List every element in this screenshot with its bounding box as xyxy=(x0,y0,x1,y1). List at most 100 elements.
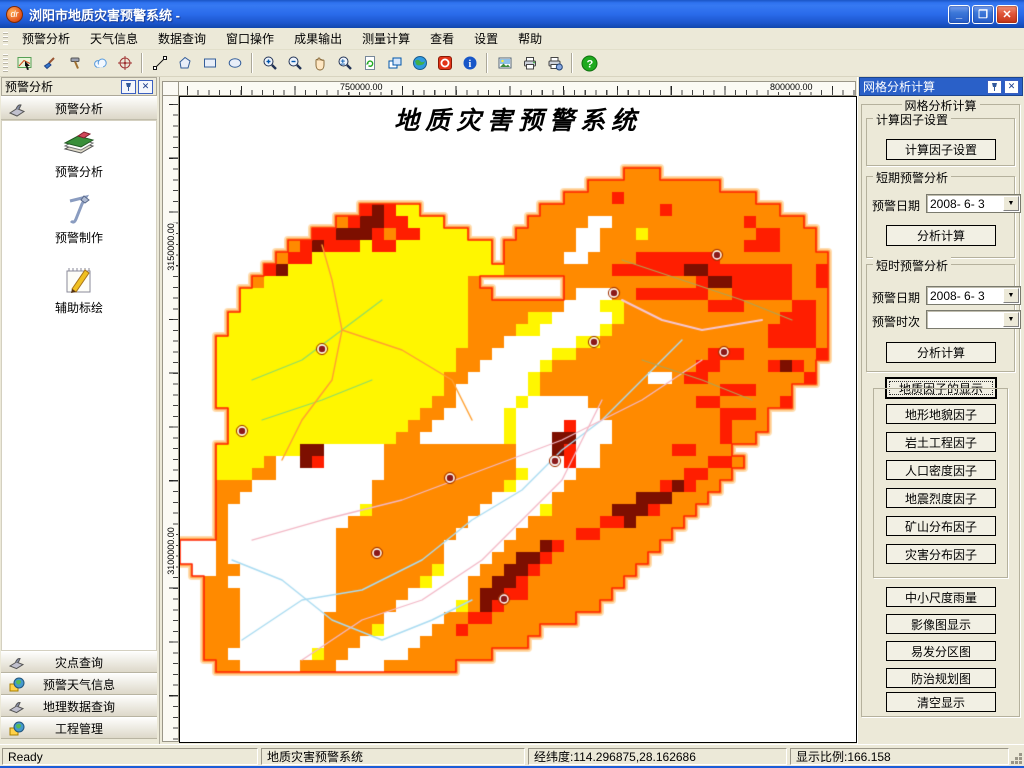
menu-measure[interactable]: 测量计算 xyxy=(352,27,420,50)
zoom-out-icon[interactable] xyxy=(282,52,307,75)
toolbar-separator xyxy=(251,53,253,73)
accordion-label: 地理数据查询 xyxy=(42,699,115,714)
polygon-tool-icon[interactable] xyxy=(172,52,197,75)
close-button[interactable]: ✕ xyxy=(996,4,1018,24)
sketchpad-icon xyxy=(66,268,91,293)
cloud-icon[interactable] xyxy=(87,52,112,75)
chevron-down-icon[interactable]: ▼ xyxy=(1003,288,1019,303)
menu-weather-info[interactable]: 天气信息 xyxy=(80,27,148,50)
menu-grip[interactable] xyxy=(3,32,8,45)
accordion-geo-data-query[interactable]: 地理数据查询 xyxy=(1,695,157,717)
workspace: 预警分析 ✕ 预警分析 预警分析 预警制作 辅助标绘 灾点查询 预警天气信息 地… xyxy=(0,77,1024,744)
tool-warning-analysis[interactable]: 预警分析 xyxy=(2,125,156,180)
tool-auxiliary-drawing[interactable]: 辅助标绘 xyxy=(2,261,156,316)
map-title: 地质灾害预警系统 xyxy=(393,106,642,135)
zoom-extent-icon[interactable]: ± xyxy=(332,52,357,75)
toolbar-grip[interactable] xyxy=(3,54,8,72)
accordion-header-warning-analysis[interactable]: 预警分析 xyxy=(1,96,157,120)
mine-distribution-factor-button[interactable]: 矿山分布因子 xyxy=(886,516,996,536)
print-setup-icon[interactable] xyxy=(542,52,567,75)
population-density-factor-button[interactable]: 人口密度因子 xyxy=(886,460,996,480)
ellipse-tool-icon[interactable] xyxy=(222,52,247,75)
accordion-header-label: 预警分析 xyxy=(54,101,103,116)
groupbox-title: 计算因子设置 xyxy=(873,111,952,128)
warning-analysis-icon[interactable] xyxy=(12,52,37,75)
status-document-name: 地质灾害预警系统 xyxy=(261,748,525,765)
toolbar-separator xyxy=(571,53,573,73)
close-panel-icon[interactable]: ✕ xyxy=(138,79,153,94)
warning-date-label: 预警日期 xyxy=(872,291,921,305)
stop-icon[interactable] xyxy=(432,52,457,75)
warning-time-label: 预警时次 xyxy=(872,315,921,329)
menu-bar: 预警分析 天气信息 数据查询 窗口操作 成果输出 测量计算 查看 设置 帮助 xyxy=(0,28,1024,50)
terrain-factor-button[interactable]: 地形地貌因子 xyxy=(886,404,996,424)
seal-icon xyxy=(8,100,26,118)
accordion-label: 灾点查询 xyxy=(54,655,103,670)
rainfall-scale-button[interactable]: 中小尺度雨量 xyxy=(886,587,996,607)
seal-icon xyxy=(8,654,25,671)
geotech-factor-button[interactable]: 岩土工程因子 xyxy=(886,432,996,452)
pin-icon[interactable] xyxy=(987,79,1002,94)
ruler-left: 3150000.00 3100000.00 xyxy=(162,96,179,742)
target-icon[interactable] xyxy=(112,52,137,75)
restore-button[interactable]: ❐ xyxy=(972,4,994,24)
line-tool-icon[interactable] xyxy=(147,52,172,75)
clear-display-button[interactable]: 清空显示 xyxy=(886,692,996,712)
combobox-value: 2008- 6- 3 xyxy=(930,289,985,303)
left-panel-title: 预警分析 xyxy=(5,80,54,94)
rectangle-tool-icon[interactable] xyxy=(197,52,222,75)
preview-icon[interactable] xyxy=(492,52,517,75)
pin-icon[interactable] xyxy=(121,79,136,94)
short-term-date-combobox[interactable]: 2008- 6- 3 ▼ xyxy=(926,194,1021,213)
tool-label: 辅助标绘 xyxy=(54,301,103,315)
accordion-project-management[interactable]: 工程管理 xyxy=(1,717,157,739)
menu-warning-analysis[interactable]: 预警分析 xyxy=(12,27,80,50)
svg-text:?: ? xyxy=(587,58,594,70)
info-icon[interactable]: i xyxy=(457,52,482,75)
map-window: 750000.00 800000.00 3150000.00 3100000.0… xyxy=(159,77,857,744)
ruler-y-label: 3150000.00 xyxy=(166,223,176,271)
chevron-down-icon[interactable]: ▼ xyxy=(1003,312,1019,327)
map-canvas[interactable] xyxy=(180,97,856,742)
disaster-distribution-factor-button[interactable]: 灾害分布因子 xyxy=(886,544,996,564)
menu-window-ops[interactable]: 窗口操作 xyxy=(216,27,284,50)
help-icon[interactable]: ? xyxy=(577,52,602,75)
menu-help[interactable]: 帮助 xyxy=(508,27,552,50)
prevention-plan-button[interactable]: 防治规划图 xyxy=(886,668,996,688)
pan-icon[interactable] xyxy=(307,52,332,75)
close-panel-icon[interactable]: ✕ xyxy=(1004,79,1019,94)
short-time-run-button[interactable]: 分析计算 xyxy=(886,342,996,363)
resize-grip[interactable] xyxy=(1019,761,1022,764)
tool-warning-making[interactable]: 预警制作 xyxy=(2,191,156,246)
menu-data-query[interactable]: 数据查询 xyxy=(148,27,216,50)
short-term-run-button[interactable]: 分析计算 xyxy=(886,225,996,246)
hammer-icon[interactable] xyxy=(62,52,87,75)
ruler-x-label: 800000.00 xyxy=(769,82,814,92)
accordion-disaster-point-query[interactable]: 灾点查询 xyxy=(1,651,157,673)
minimize-button[interactable]: _ xyxy=(948,4,970,24)
chevron-down-icon[interactable]: ▼ xyxy=(1003,196,1019,211)
map-view: 地质灾害预警系统 xyxy=(179,96,857,743)
status-bar: Ready 地质灾害预警系统 经纬度:114.296875,28.162686 … xyxy=(0,744,1024,766)
menu-output[interactable]: 成果输出 xyxy=(284,27,352,50)
tool-label: 预警分析 xyxy=(54,165,103,179)
susceptibility-zoning-button[interactable]: 易发分区图 xyxy=(886,641,996,661)
warning-date-label: 预警日期 xyxy=(872,199,921,213)
toolbar: ± i ? xyxy=(0,50,1024,77)
short-time-date-combobox[interactable]: 2008- 6- 3 ▼ xyxy=(926,286,1021,305)
layers-icon[interactable] xyxy=(382,52,407,75)
print-icon[interactable] xyxy=(517,52,542,75)
menu-settings[interactable]: 设置 xyxy=(464,27,508,50)
short-time-period-combobox[interactable]: ▼ xyxy=(926,310,1021,329)
book-icon xyxy=(63,131,95,154)
seismic-intensity-factor-button[interactable]: 地震烈度因子 xyxy=(886,488,996,508)
zoom-in-icon[interactable] xyxy=(257,52,282,75)
menu-view[interactable]: 查看 xyxy=(420,27,464,50)
paint-icon[interactable] xyxy=(37,52,62,75)
refresh-icon[interactable] xyxy=(357,52,382,75)
image-display-button[interactable]: 影像图显示 xyxy=(886,614,996,634)
globe-stack-icon xyxy=(8,676,25,693)
accordion-warning-weather-info[interactable]: 预警天气信息 xyxy=(1,673,157,695)
globe-icon[interactable] xyxy=(407,52,432,75)
factor-setting-button[interactable]: 计算因子设置 xyxy=(886,139,996,160)
